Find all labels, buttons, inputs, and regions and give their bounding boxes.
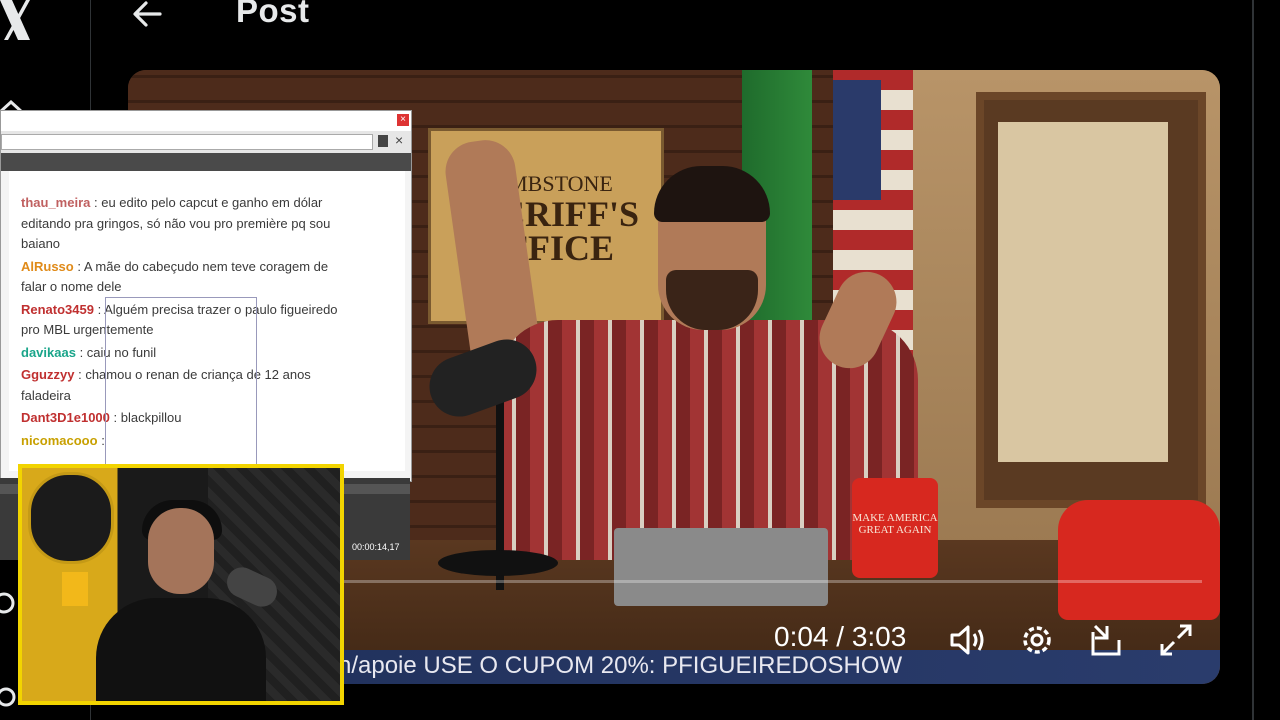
chat-toolbar: × [1,131,411,154]
fullscreen-icon[interactable] [1156,620,1196,660]
webcam-overlay [18,464,344,705]
playback-time: 0:04 / 3:03 [774,621,907,652]
page-title: Post [236,0,310,29]
chat-source-select[interactable] [1,134,373,150]
x-logo-icon[interactable] [0,0,40,44]
chat-username[interactable]: Dant3D1e1000 [21,410,110,425]
timecode: 00:00:14,17 [352,542,400,552]
chat-username[interactable]: nicomacooo [21,433,98,448]
volume-icon[interactable] [948,620,988,660]
chat-messages: thau_meira : eu edito pelo capcut e ganh… [9,171,405,471]
column-divider [1252,0,1254,720]
mic-base [438,550,558,576]
close-icon[interactable]: × [395,132,403,148]
crest-emblem [28,472,114,564]
red-telephone [1058,500,1220,620]
streamer-body [96,598,266,701]
chat-header-strip [1,153,411,171]
chat-username[interactable]: AlRusso [21,259,74,274]
statue-of-liberty-frame [976,92,1206,508]
chat-window: × × thau_meira : eu edito pelo capcut e … [0,110,412,482]
us-flag-canton [833,80,881,200]
back-arrow-icon[interactable] [130,0,166,34]
streamer-face [148,508,214,594]
tablet [614,528,828,606]
yellow-book [62,572,88,606]
ticker-text: n/apoie USE O CUPOM 20%: PFIGUEIREDOSHOW [338,652,903,679]
chat-username[interactable]: Gguzzyy [21,367,74,382]
red-mug: MAKE AMERICA GREAT AGAIN [852,478,938,578]
mug-text: MAKE AMERICA GREAT AGAIN [852,512,938,536]
progress-track[interactable] [252,580,1202,583]
chat-username[interactable]: davikaas [21,345,76,360]
window-close-icon[interactable]: × [397,114,409,126]
pip-icon[interactable] [1087,620,1127,660]
chat-message: thau_meira : eu edito pelo capcut e ganh… [21,193,341,255]
settings-gear-icon[interactable] [1017,620,1057,660]
chat-message: AlRusso : A mãe do cabeçudo nem teve cor… [21,257,341,298]
selection-guide [105,297,257,471]
chat-username[interactable]: thau_meira [21,195,90,210]
save-icon[interactable] [378,135,388,147]
chat-titlebar [1,111,411,131]
chat-username[interactable]: Renato3459 [21,302,94,317]
